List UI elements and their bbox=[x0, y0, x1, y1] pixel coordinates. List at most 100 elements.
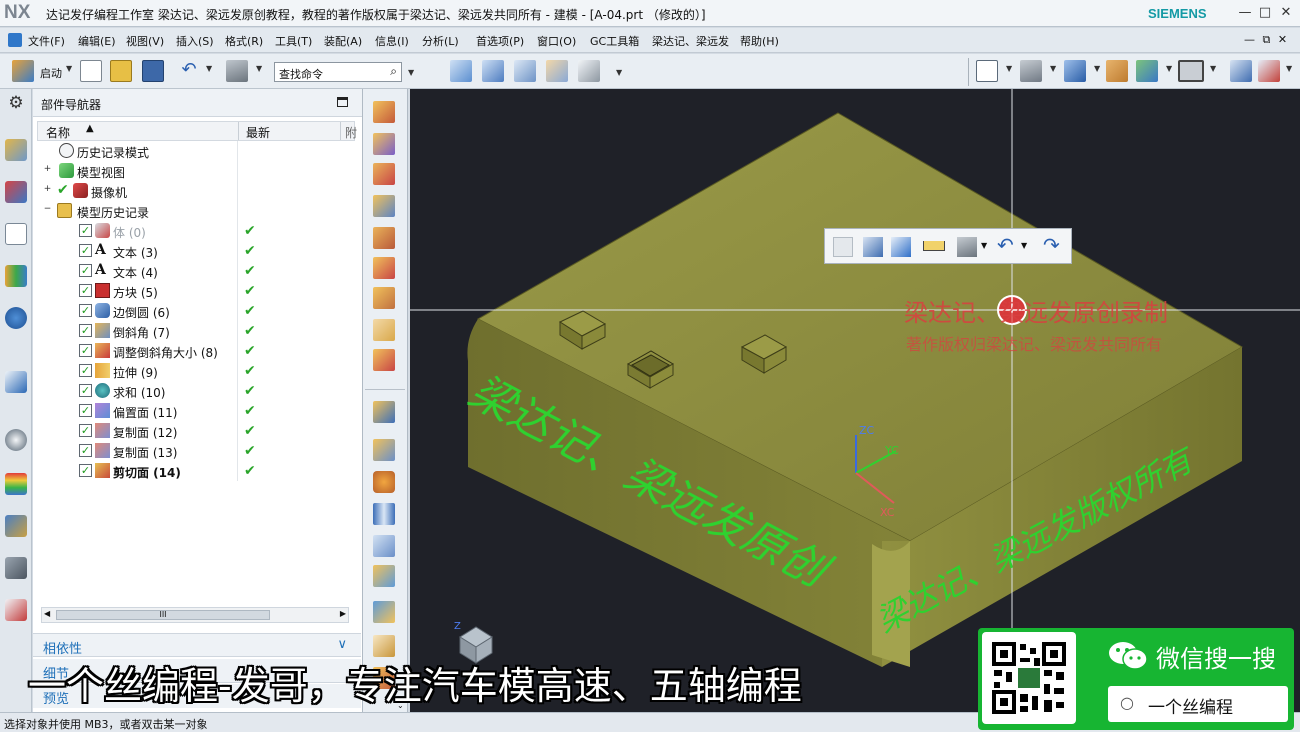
display-dropdown-icon[interactable]: ▼ bbox=[981, 241, 987, 250]
command-finder-icon[interactable] bbox=[226, 60, 248, 82]
feature-checkbox[interactable]: ✓ bbox=[79, 444, 92, 457]
clock-icon[interactable] bbox=[5, 429, 27, 451]
feature-checkbox[interactable]: ✓ bbox=[79, 464, 92, 477]
start-icon[interactable] bbox=[12, 60, 34, 82]
bg-dropdown-icon[interactable]: ▼ bbox=[1210, 64, 1216, 73]
column-name-header[interactable]: 名称 bbox=[46, 124, 70, 141]
move-face-icon[interactable] bbox=[373, 565, 395, 587]
emboss-icon[interactable] bbox=[373, 635, 395, 657]
menu-format[interactable]: 格式(R) bbox=[225, 33, 263, 49]
undo-icon[interactable]: ↶ bbox=[997, 233, 1014, 257]
app-menu-icon[interactable] bbox=[8, 33, 22, 47]
tree-row-camera[interactable]: + ✔ 摄像机 bbox=[37, 181, 355, 201]
trim-sheet-icon[interactable] bbox=[578, 60, 600, 82]
menu-window[interactable]: 窗口(O) bbox=[537, 33, 576, 49]
delete-face-icon[interactable] bbox=[373, 535, 395, 557]
blend-icon[interactable] bbox=[373, 349, 395, 371]
tree-row-history-mode[interactable]: 历史记录模式 bbox=[37, 141, 355, 161]
render-style-icon[interactable] bbox=[1020, 60, 1042, 82]
tree-row-feature[interactable]: ✓ 拉伸 (9) ✔ bbox=[37, 361, 355, 381]
edit-with-rollback-icon[interactable] bbox=[891, 237, 911, 257]
show-hide-icon[interactable] bbox=[1136, 60, 1158, 82]
wechat-search-box[interactable]: ○ 一个丝编程 bbox=[1108, 686, 1288, 722]
document-window-controls[interactable]: — ⧉ ✕ bbox=[1244, 33, 1289, 47]
feature-checkbox[interactable]: ✓ bbox=[79, 384, 92, 397]
scroll-thumb[interactable]: III bbox=[56, 610, 270, 620]
graphics-window[interactable]: 梁达记、梁远发原创录制 著作版权归梁达记、梁远发共同所有 梁达记、梁远发原创 梁… bbox=[410, 89, 1300, 712]
offset-icon[interactable] bbox=[373, 401, 395, 423]
tree-row-feature[interactable]: ✓ 求和 (10) ✔ bbox=[37, 381, 355, 401]
layer-icon[interactable] bbox=[1106, 60, 1128, 82]
settings-gear-icon[interactable]: ⚙ bbox=[5, 92, 27, 114]
tree-row-feature[interactable]: ✓ 方块 (5) ✔ bbox=[37, 281, 355, 301]
feature-checkbox[interactable]: ✓ bbox=[79, 224, 92, 237]
tree-row-feature-current[interactable]: ✓ 剪切面 (14) ✔ bbox=[37, 461, 355, 481]
search-command-input[interactable]: 查找命令 ⌕ bbox=[274, 62, 402, 82]
studio-surface-icon[interactable] bbox=[546, 60, 568, 82]
save-icon[interactable] bbox=[142, 60, 164, 82]
feature-checkbox[interactable]: ✓ bbox=[79, 264, 92, 277]
tree-row-feature[interactable]: ✓ 复制面 (12) ✔ bbox=[37, 421, 355, 441]
undo-dropdown-icon[interactable]: ▼ bbox=[206, 64, 212, 73]
horizontal-scrollbar[interactable]: ◀ III ▶ bbox=[41, 607, 349, 623]
constraint-navigator-icon[interactable] bbox=[5, 181, 27, 203]
menu-preferences[interactable]: 首选项(P) bbox=[476, 33, 524, 49]
draft-icon[interactable] bbox=[373, 319, 395, 341]
finder-dropdown-icon[interactable]: ▼ bbox=[256, 64, 262, 73]
render-dropdown-icon[interactable]: ▼ bbox=[1050, 64, 1056, 73]
pattern-face-icon[interactable] bbox=[373, 471, 395, 493]
collapse-minus-icon[interactable]: − bbox=[43, 205, 52, 214]
menu-analysis[interactable]: 分析(L) bbox=[422, 33, 459, 49]
background-color-icon[interactable] bbox=[1178, 60, 1204, 82]
web-browser-icon[interactable] bbox=[5, 307, 27, 329]
expand-plus-icon[interactable]: + bbox=[43, 185, 52, 194]
menu-view[interactable]: 视图(V) bbox=[126, 33, 164, 49]
measure-icon[interactable] bbox=[923, 241, 945, 251]
move-object-icon[interactable] bbox=[1258, 60, 1280, 82]
datum-icon[interactable] bbox=[373, 195, 395, 217]
start-dropdown-icon[interactable]: ▼ bbox=[66, 64, 72, 73]
feature-checkbox[interactable]: ✓ bbox=[79, 244, 92, 257]
boolean-icon[interactable] bbox=[373, 163, 395, 185]
tree-row-model-views[interactable]: + 模型视图 bbox=[37, 161, 355, 181]
menu-info[interactable]: 信息(I) bbox=[375, 33, 409, 49]
swept-icon[interactable] bbox=[514, 60, 536, 82]
hole-icon[interactable] bbox=[373, 227, 395, 249]
menu-insert[interactable]: 插入(S) bbox=[176, 33, 214, 49]
undo-dropdown-icon[interactable]: ▼ bbox=[1021, 241, 1027, 250]
close-button[interactable]: ✕ bbox=[1276, 4, 1296, 22]
replace-face-icon[interactable] bbox=[373, 439, 395, 461]
orient-dropdown-icon[interactable]: ▼ bbox=[1094, 64, 1100, 73]
minimize-button[interactable]: — bbox=[1235, 4, 1255, 22]
menu-help[interactable]: 帮助(H) bbox=[740, 33, 779, 49]
move-dropdown-icon[interactable]: ▼ bbox=[1286, 64, 1292, 73]
history-palette-icon[interactable] bbox=[5, 371, 27, 393]
menu-assembly[interactable]: 装配(A) bbox=[324, 33, 362, 49]
tree-row-feature[interactable]: ✓ A 文本 (4) ✔ bbox=[37, 261, 355, 281]
feature-checkbox[interactable]: ✓ bbox=[79, 364, 92, 377]
tree-row-feature[interactable]: ✓ 调整倒斜角大小 (8) ✔ bbox=[37, 341, 355, 361]
edit-parameters-icon[interactable] bbox=[863, 237, 883, 257]
pattern-icon[interactable] bbox=[373, 257, 395, 279]
undo-icon[interactable]: ↶ bbox=[178, 60, 200, 82]
dependencies-section[interactable]: 相依性 ∨ bbox=[33, 633, 361, 657]
menu-custom[interactable]: 梁达记、梁远发 bbox=[652, 33, 729, 49]
tree-row-feature[interactable]: ✓ 边倒圆 (6) ✔ bbox=[37, 301, 355, 321]
assembly-navigator-icon[interactable] bbox=[5, 139, 27, 161]
start-button[interactable]: 启动 bbox=[40, 65, 62, 81]
part-navigator-icon[interactable] bbox=[5, 223, 27, 245]
tree-row-feature[interactable]: ✓ A 文本 (3) ✔ bbox=[37, 241, 355, 261]
tree-row-feature[interactable]: ✓ 复制面 (13) ✔ bbox=[37, 441, 355, 461]
sketch-icon[interactable] bbox=[373, 101, 395, 123]
menu-edit[interactable]: 编辑(E) bbox=[78, 33, 116, 49]
maximize-button[interactable]: □ bbox=[1255, 4, 1275, 22]
expand-plus-icon[interactable]: + bbox=[43, 165, 52, 174]
scroll-right-icon[interactable]: ▶ bbox=[340, 609, 346, 618]
role-icon[interactable] bbox=[5, 599, 27, 621]
surface-dropdown-icon[interactable]: ▼ bbox=[616, 68, 622, 77]
mesh-surface-icon[interactable] bbox=[482, 60, 504, 82]
column-latest-header[interactable]: 最新 bbox=[246, 124, 270, 141]
reuse-library-icon[interactable] bbox=[5, 265, 27, 287]
search-icon[interactable]: ⌕ bbox=[390, 64, 397, 79]
menu-file[interactable]: 文件(F) bbox=[28, 33, 65, 49]
